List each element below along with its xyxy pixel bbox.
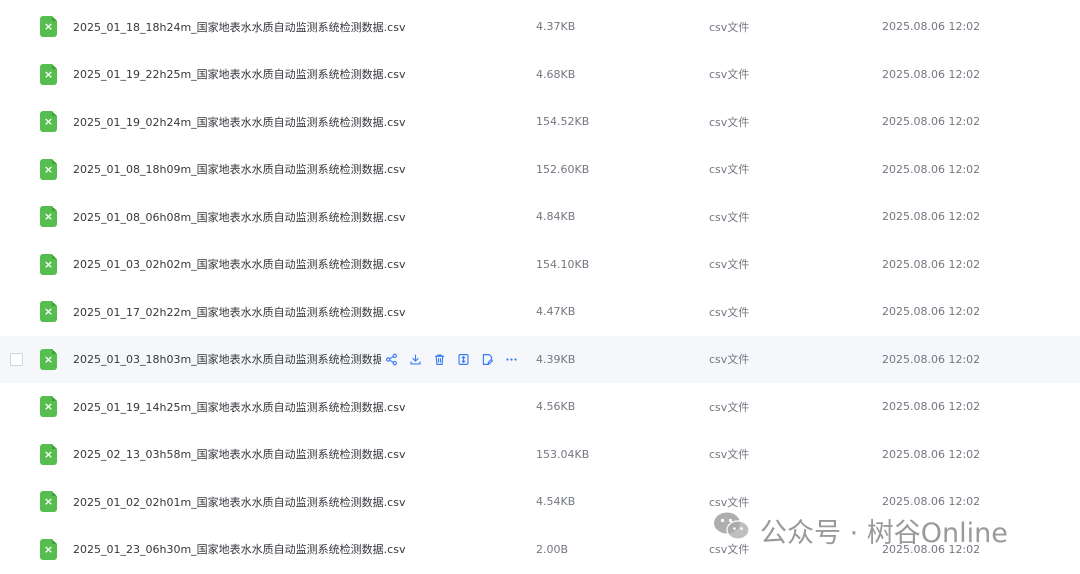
file-modified-date: 2025.08.06 12:02: [882, 115, 981, 129]
file-type: csv文件: [709, 400, 750, 414]
file-size: 2.00B: [536, 542, 569, 556]
file-name[interactable]: 2025_01_03_18h03m_国家地表水水质自动监测系统检测数据: [73, 351, 381, 367]
file-type: csv文件: [709, 495, 750, 509]
excel-file-icon: ×: [40, 538, 57, 560]
file-size: 154.52KB: [536, 115, 590, 129]
file-row[interactable]: × 2025_01_08_18h09m_国家地表水水质自动监测系统检测数据.cs…: [0, 146, 1080, 194]
file-modified-date: 2025.08.06 12:02: [882, 542, 981, 556]
excel-file-icon: ×: [40, 396, 57, 418]
download-icon[interactable]: [407, 351, 423, 367]
excel-file-icon: ×: [40, 206, 57, 228]
file-list: × 2025_01_18_18h24m_国家地表水水质自动监测系统检测数据.cs…: [0, 0, 1080, 574]
file-modified-date: 2025.08.06 12:02: [882, 67, 981, 81]
file-modified-date: 2025.08.06 12:02: [882, 20, 981, 34]
file-type: csv文件: [709, 115, 750, 129]
more-icon[interactable]: [503, 351, 519, 367]
excel-file-icon: ×: [40, 443, 57, 465]
row-actions: [383, 351, 519, 367]
excel-file-icon: ×: [40, 158, 57, 180]
file-name[interactable]: 2025_01_18_18h24m_国家地表水水质自动监测系统检测数据.csv: [73, 19, 408, 35]
file-type: csv文件: [709, 68, 750, 82]
file-type: csv文件: [709, 210, 750, 224]
file-row[interactable]: × 2025_01_23_06h30m_国家地表水水质自动监测系统检测数据.cs…: [0, 526, 1080, 574]
file-modified-date: 2025.08.06 12:02: [882, 352, 981, 366]
file-row-hovered[interactable]: × 2025_01_03_18h03m_国家地表水水质自动监测系统检测数据 4.…: [0, 335, 1080, 383]
file-size: 4.54KB: [536, 495, 576, 509]
file-row[interactable]: × 2025_01_18_18h24m_国家地表水水质自动监测系统检测数据.cs…: [0, 3, 1080, 51]
file-row[interactable]: × 2025_01_19_02h24m_国家地表水水质自动监测系统检测数据.cs…: [0, 98, 1080, 146]
file-row[interactable]: × 2025_02_13_03h58m_国家地表水水质自动监测系统检测数据.cs…: [0, 431, 1080, 479]
file-row[interactable]: × 2025_01_03_02h02m_国家地表水水质自动监测系统检测数据.cs…: [0, 241, 1080, 289]
file-row[interactable]: × 2025_01_19_14h25m_国家地表水水质自动监测系统检测数据.cs…: [0, 383, 1080, 431]
delete-icon[interactable]: [431, 351, 447, 367]
file-size: 4.37KB: [536, 20, 576, 34]
file-name[interactable]: 2025_01_03_02h02m_国家地表水水质自动监测系统检测数据.csv: [73, 256, 408, 272]
file-name[interactable]: 2025_01_19_22h25m_国家地表水水质自动监测系统检测数据.csv: [73, 66, 408, 82]
excel-file-icon: ×: [40, 16, 57, 38]
excel-file-icon: ×: [40, 491, 57, 513]
file-name[interactable]: 2025_01_02_02h01m_国家地表水水质自动监测系统检测数据.csv: [73, 494, 408, 510]
file-size: 4.39KB: [536, 352, 576, 366]
excel-file-icon: ×: [40, 348, 57, 370]
file-name[interactable]: 2025_01_23_06h30m_国家地表水水质自动监测系统检测数据.csv: [73, 541, 408, 557]
file-row[interactable]: × 2025_01_02_02h01m_国家地表水水质自动监测系统检测数据.cs…: [0, 478, 1080, 526]
file-type: csv文件: [709, 448, 750, 462]
excel-file-icon: ×: [40, 111, 57, 133]
excel-file-icon: ×: [40, 253, 57, 275]
excel-file-icon: ×: [40, 63, 57, 85]
file-type: csv文件: [709, 20, 750, 34]
file-type: csv文件: [709, 353, 750, 367]
file-modified-date: 2025.08.06 12:02: [882, 162, 981, 176]
file-row[interactable]: × 2025_01_19_22h25m_国家地表水水质自动监测系统检测数据.cs…: [0, 51, 1080, 99]
share-icon[interactable]: [383, 351, 399, 367]
file-size: 4.47KB: [536, 305, 576, 319]
file-type: csv文件: [709, 305, 750, 319]
row-checkbox[interactable]: [10, 352, 23, 366]
file-size: 4.56KB: [536, 400, 576, 414]
file-size: 154.10KB: [536, 257, 590, 271]
file-name[interactable]: 2025_01_08_18h09m_国家地表水水质自动监测系统检测数据.csv: [73, 161, 408, 177]
file-modified-date: 2025.08.06 12:02: [882, 447, 981, 461]
file-size: 4.68KB: [536, 67, 576, 81]
excel-file-icon: ×: [40, 301, 57, 323]
file-size: 153.04KB: [536, 447, 590, 461]
file-name[interactable]: 2025_01_08_06h08m_国家地表水水质自动监测系统检测数据.csv: [73, 209, 408, 225]
file-row[interactable]: × 2025_01_08_06h08m_国家地表水水质自动监测系统检测数据.cs…: [0, 193, 1080, 241]
file-name[interactable]: 2025_01_19_02h24m_国家地表水水质自动监测系统检测数据.csv: [73, 114, 408, 130]
file-name[interactable]: 2025_02_13_03h58m_国家地表水水质自动监测系统检测数据.csv: [73, 446, 408, 462]
file-modified-date: 2025.08.06 12:02: [882, 305, 981, 319]
file-type: csv文件: [709, 163, 750, 177]
file-name[interactable]: 2025_01_19_14h25m_国家地表水水质自动监测系统检测数据.csv: [73, 399, 408, 415]
file-size: 4.84KB: [536, 210, 576, 224]
file-modified-date: 2025.08.06 12:02: [882, 257, 981, 271]
move-icon[interactable]: [455, 351, 471, 367]
file-modified-date: 2025.08.06 12:02: [882, 495, 981, 509]
file-modified-date: 2025.08.06 12:02: [882, 210, 981, 224]
file-size: 152.60KB: [536, 162, 590, 176]
file-type: csv文件: [709, 543, 750, 557]
file-modified-date: 2025.08.06 12:02: [882, 400, 981, 414]
file-name[interactable]: 2025_01_17_02h22m_国家地表水水质自动监测系统检测数据.csv: [73, 304, 408, 320]
file-row[interactable]: × 2025_01_17_02h22m_国家地表水水质自动监测系统检测数据.cs…: [0, 288, 1080, 336]
file-type: csv文件: [709, 258, 750, 272]
rename-icon[interactable]: [479, 351, 495, 367]
